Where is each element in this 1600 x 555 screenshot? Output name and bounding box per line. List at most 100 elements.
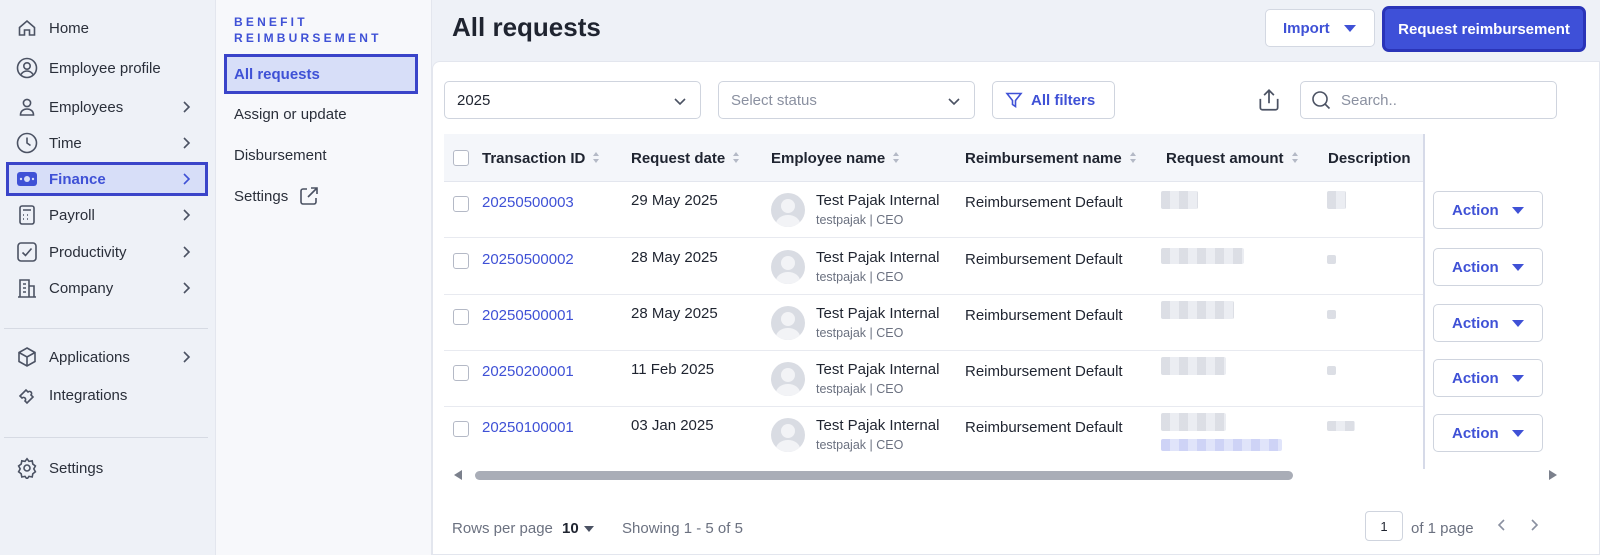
export-icon[interactable] [1256,87,1282,113]
finance-icon [16,168,38,190]
table-row: 20250500002 28 May 2025 Test Pajak Inter… [444,239,1557,295]
action-label: Action [1452,314,1499,332]
all-filters-label: All filters [1031,91,1096,109]
requests-card: 2025 Select status All filters Transacti… [432,61,1600,555]
nav-item-settings[interactable]: Settings [6,451,208,485]
scroll-left-icon[interactable] [454,470,462,480]
subnav-label: Disbursement [234,146,327,164]
status-select[interactable]: Select status [718,81,975,119]
table-row: 20250200001 11 Feb 2025 Test Pajak Inter… [444,351,1557,407]
employee-subtitle: testpajak | CEO [816,438,904,452]
row-action-button[interactable]: Action [1433,359,1543,397]
nav-item-integrations[interactable]: Integrations [6,378,208,412]
column-header-request-date[interactable]: Request date [631,134,740,182]
row-action-button[interactable]: Action [1433,304,1543,342]
transaction-id-link[interactable]: 20250100001 [482,419,574,436]
subnav-item-disbursement[interactable]: Disbursement [224,135,418,175]
next-page-icon[interactable] [1526,517,1542,533]
section-title: BENEFIT REIMBURSEMENT [234,15,382,45]
chevron-right-icon [183,282,191,294]
transaction-id-link[interactable]: 20250500003 [482,194,574,211]
caret-down-icon [1512,430,1524,437]
caret-down-icon [1512,207,1524,214]
chevron-right-icon [183,246,191,258]
nav-item-home[interactable]: Home [6,11,208,45]
scrollbar-thumb[interactable] [475,471,1293,480]
redacted-description [1327,191,1346,209]
row-action-button[interactable]: Action [1433,414,1543,452]
transaction-id-link[interactable]: 20250500002 [482,251,574,268]
transaction-id-link[interactable]: 20250500001 [482,307,574,324]
year-select[interactable]: 2025 [444,81,701,119]
external-link-icon [300,187,319,205]
nav-item-employee-profile[interactable]: Employee profile [6,51,208,85]
nav-label: Productivity [49,243,127,261]
page-number-input[interactable] [1365,511,1403,541]
action-label: Action [1452,258,1499,276]
checkbox-icon [16,241,38,263]
row-action-button[interactable]: Action [1433,248,1543,286]
nav-item-company[interactable]: Company [6,271,208,305]
nav-item-applications[interactable]: Applications [6,340,208,374]
import-button[interactable]: Import [1265,9,1375,47]
search-box[interactable] [1300,81,1557,119]
clock-icon [16,132,38,154]
row-checkbox[interactable] [453,253,469,269]
table-header: Transaction ID Request date Employee nam… [444,134,1557,182]
user-icon [16,96,38,118]
year-value: 2025 [457,91,491,109]
select-all-checkbox[interactable] [453,150,469,166]
row-checkbox[interactable] [453,196,469,212]
subnav-label: Assign or update [234,105,347,123]
search-icon [1312,91,1331,110]
redacted-amount-link [1161,439,1282,451]
employee-name: Test Pajak Internal [816,305,940,322]
column-header-request-amount[interactable]: Request amount [1166,134,1299,182]
nav-item-employees[interactable]: Employees [6,90,208,124]
horizontal-scrollbar[interactable] [444,468,1557,482]
nav-divider [4,437,208,438]
all-filters-button[interactable]: All filters [992,81,1115,119]
nav-item-time[interactable]: Time [6,126,208,160]
nav-item-productivity[interactable]: Productivity [6,235,208,269]
column-header-employee-name[interactable]: Employee name [771,134,900,182]
subnav-item-settings[interactable]: Settings [224,176,418,216]
subnav-item-all-requests[interactable]: All requests [224,54,418,94]
caret-down-icon[interactable] [584,526,594,532]
request-date: 03 Jan 2025 [631,417,714,434]
row-checkbox[interactable] [453,309,469,325]
nav-item-finance[interactable]: Finance [6,162,208,196]
subnav-label: Settings [234,187,289,205]
column-header-transaction-id[interactable]: Transaction ID [482,134,600,182]
column-label: Description [1328,149,1411,167]
nav-item-payroll[interactable]: Payroll [6,198,208,232]
employee-subtitle: testpajak | CEO [816,270,904,284]
filter-icon [1005,92,1023,108]
employee-name: Test Pajak Internal [816,361,940,378]
redacted-description [1327,255,1336,264]
rows-per-page-select[interactable]: 10 [562,520,579,537]
column-header-reimbursement-name[interactable]: Reimbursement name [965,134,1137,182]
employee-name: Test Pajak Internal [816,417,940,434]
request-reimbursement-button[interactable]: Request reimbursement [1382,6,1586,52]
subnav-item-assign-or-update[interactable]: Assign or update [224,94,418,134]
sort-icon [893,152,900,164]
chevron-down-icon [674,98,686,106]
transaction-id-link[interactable]: 20250200001 [482,363,574,380]
search-input[interactable] [1341,91,1541,109]
row-action-button[interactable]: Action [1433,191,1543,229]
main-sidebar: Home Employee profile Employees Time Fin… [0,0,216,555]
column-label: Employee name [771,149,886,167]
column-header-description: Description [1328,134,1411,182]
nav-label: Settings [49,459,104,477]
chevron-right-icon [183,173,191,185]
caret-down-icon [1512,264,1524,271]
nav-label: Time [49,134,82,152]
reimbursement-name: Reimbursement Default [965,363,1123,380]
request-date: 28 May 2025 [631,249,718,266]
row-checkbox[interactable] [453,365,469,381]
avatar [771,362,805,396]
scroll-right-icon[interactable] [1549,470,1557,480]
row-checkbox[interactable] [453,421,469,437]
previous-page-icon[interactable] [1494,517,1510,533]
